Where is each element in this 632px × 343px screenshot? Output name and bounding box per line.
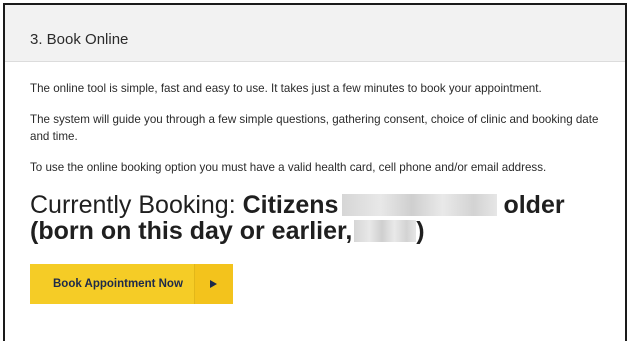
guide-paragraph: The system will guide you through a few … [30, 113, 599, 143]
born-on-suffix: ) [416, 217, 425, 245]
book-appointment-button[interactable]: Book Appointment Now [30, 264, 233, 304]
intro-paragraph: The online tool is simple, fast and easy… [30, 82, 542, 95]
booking-eligibility-end: older [503, 191, 565, 219]
redacted-birth-date [354, 220, 417, 242]
booking-prefix: Currently Booking: [30, 191, 243, 219]
section-title: 3. Book Online [30, 31, 129, 48]
section-body: The online tool is simple, fast and easy… [5, 62, 625, 304]
booking-eligibility-start: Citizens [242, 191, 339, 219]
redacted-age-range [342, 194, 498, 216]
book-online-panel: 3. Book Online The online tool is simple… [3, 3, 627, 341]
play-arrow-icon [193, 264, 233, 304]
born-on-prefix: (born on this day or earlier, [30, 217, 353, 245]
book-appointment-label: Book Appointment Now [53, 278, 183, 290]
requirements-paragraph: To use the online booking option you mus… [30, 161, 547, 174]
section-header: 3. Book Online [5, 5, 625, 62]
currently-booking-heading: Currently Booking: Citizens older (born o… [30, 192, 625, 244]
